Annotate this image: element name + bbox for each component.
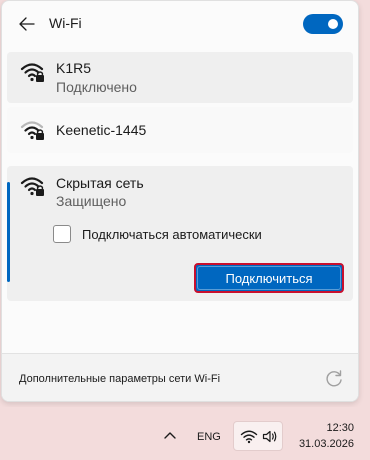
- wifi-lock-icon: [20, 121, 44, 140]
- wifi-lock-icon: [20, 177, 44, 196]
- clock-date: 31.03.2026: [298, 438, 354, 450]
- auto-connect-checkbox[interactable]: [53, 225, 71, 243]
- refresh-button[interactable]: [323, 368, 345, 390]
- volume-icon: [262, 430, 277, 443]
- wifi-flyout-panel: Wi-Fi K1R5 Подключено Keenetic-1445 Скры…: [1, 0, 359, 402]
- flyout-footer: Дополнительные параметры сети Wi-Fi: [2, 353, 358, 401]
- toggle-knob: [328, 19, 338, 29]
- taskbar: ENG 12:30 31.03.2026: [0, 407, 370, 460]
- show-hidden-icons-button[interactable]: [162, 428, 178, 440]
- page-title: Wi-Fi: [49, 15, 82, 31]
- network-status: Подключено: [56, 79, 137, 95]
- focus-ring: [197, 266, 341, 290]
- network-item-hidden[interactable]: Скрытая сеть Защищено Подключаться автом…: [7, 166, 353, 301]
- network-name: K1R5: [56, 60, 92, 76]
- clock-time: 12:30: [326, 422, 354, 434]
- network-name: Keenetic-1445: [56, 122, 147, 138]
- selection-indicator: [7, 182, 10, 282]
- refresh-icon: [326, 370, 342, 387]
- chevron-up-icon: [164, 432, 176, 439]
- clock[interactable]: 12:30 31.03.2026: [290, 420, 354, 452]
- input-language-indicator[interactable]: ENG: [197, 431, 221, 443]
- back-button[interactable]: [16, 13, 38, 35]
- network-item-k1r5[interactable]: K1R5 Подключено: [7, 52, 353, 103]
- wifi-lock-icon: [20, 63, 44, 82]
- wifi-header: Wi-Fi: [2, 1, 358, 47]
- auto-connect-label[interactable]: Подключаться автоматически: [82, 227, 262, 242]
- arrow-left-icon: [19, 17, 35, 31]
- quick-settings-tray[interactable]: [233, 421, 283, 451]
- wifi-icon: [240, 430, 258, 444]
- network-name: Скрытая сеть: [56, 175, 144, 191]
- connect-button[interactable]: Подключиться: [194, 263, 344, 293]
- wifi-toggle[interactable]: [303, 14, 343, 34]
- network-status: Защищено: [56, 193, 127, 209]
- more-wifi-settings-link[interactable]: Дополнительные параметры сети Wi-Fi: [19, 373, 220, 385]
- network-item-keenetic-1445[interactable]: Keenetic-1445: [7, 107, 353, 153]
